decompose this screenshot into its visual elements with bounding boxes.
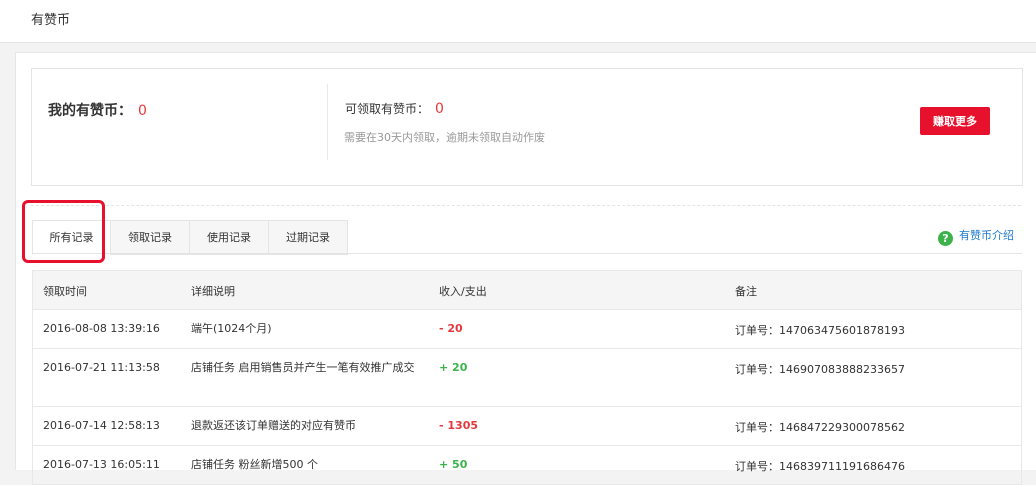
section-divider [31, 205, 1021, 206]
table-row: 2016-07-21 11:13:58 店铺任务 启用销售员并产生一笔有效推广成… [32, 349, 1022, 407]
page-title: 有赞币 [31, 13, 71, 28]
row-description: 端午(1024个月) [191, 322, 272, 335]
claimable-coins: 可领取有赞币： 0 [345, 100, 444, 117]
row-note: 订单号：146839711191686476 [735, 460, 905, 473]
table-row: 2016-07-13 16:05:11 店铺任务 粉丝新增500 个 + 50 … [32, 446, 1022, 485]
table-row: 2016-08-08 13:39:16 端午(1024个月) - 20 订单号：… [32, 310, 1022, 349]
tabs-baseline [32, 253, 1022, 254]
claimable-label: 可领取有赞币： [345, 102, 430, 116]
row-amount: + 50 [439, 458, 468, 471]
row-description: 退款返还该订单赠送的对应有赞币 [191, 419, 356, 432]
tab-use-records[interactable]: 使用记录 [189, 220, 269, 255]
row-description: 店铺任务 粉丝新增500 个 [191, 458, 318, 471]
my-coins-label: 我的有赞币： [48, 103, 132, 119]
my-coins-value: 0 [138, 103, 147, 119]
row-note: 订单号：146907083888233657 [735, 363, 905, 376]
tab-claim-records[interactable]: 领取记录 [110, 220, 190, 255]
tab-all-records[interactable]: 所有记录 [32, 220, 111, 255]
header-time: 领取时间 [43, 285, 87, 298]
main-panel: 我的有赞币： 0 可领取有赞币： 0 需要在30天内领取，逾期未领取自动作废 赚取更… [15, 52, 1036, 485]
header-description: 详细说明 [191, 285, 235, 298]
row-description: 店铺任务 启用销售员并产生一笔有效推广成交 [191, 361, 415, 374]
table-header: 领取时间 详细说明 收入/支出 备注 [32, 270, 1022, 310]
earn-more-button[interactable]: 赚取更多 [920, 107, 990, 135]
coin-intro-label: 有赞币介绍 [959, 229, 1014, 242]
table-row: 2016-07-14 12:58:13 退款返还该订单赠送的对应有赞币 - 13… [32, 407, 1022, 446]
row-note: 订单号：146847229300078562 [735, 421, 905, 434]
my-coins: 我的有赞币： 0 [48, 100, 147, 120]
page-header: 有赞币 [0, 0, 1036, 43]
header-amount: 收入/支出 [439, 285, 487, 298]
coin-summary: 我的有赞币： 0 可领取有赞币： 0 需要在30天内领取，逾期未领取自动作废 赚取更… [31, 68, 1023, 186]
row-time: 2016-07-21 11:13:58 [43, 361, 160, 374]
row-note: 订单号：147063475601878193 [735, 324, 905, 337]
row-time: 2016-08-08 13:39:16 [43, 322, 160, 335]
row-time: 2016-07-14 12:58:13 [43, 419, 160, 432]
header-note: 备注 [735, 285, 757, 298]
coin-intro-link[interactable]: ? 有赞币介绍 [938, 227, 1014, 246]
summary-divider [327, 84, 328, 160]
row-amount: - 20 [439, 322, 463, 335]
tab-expired-records[interactable]: 过期记录 [268, 220, 348, 255]
question-circle-icon: ? [938, 231, 953, 246]
claimable-value: 0 [435, 101, 444, 117]
row-amount: + 20 [439, 361, 468, 374]
claim-note: 需要在30天内领取，逾期未领取自动作废 [344, 131, 545, 144]
records-table: 领取时间 详细说明 收入/支出 备注 2016-08-08 13:39:16 端… [32, 270, 1022, 485]
row-time: 2016-07-13 16:05:11 [43, 458, 160, 471]
row-amount: - 1305 [439, 419, 479, 432]
